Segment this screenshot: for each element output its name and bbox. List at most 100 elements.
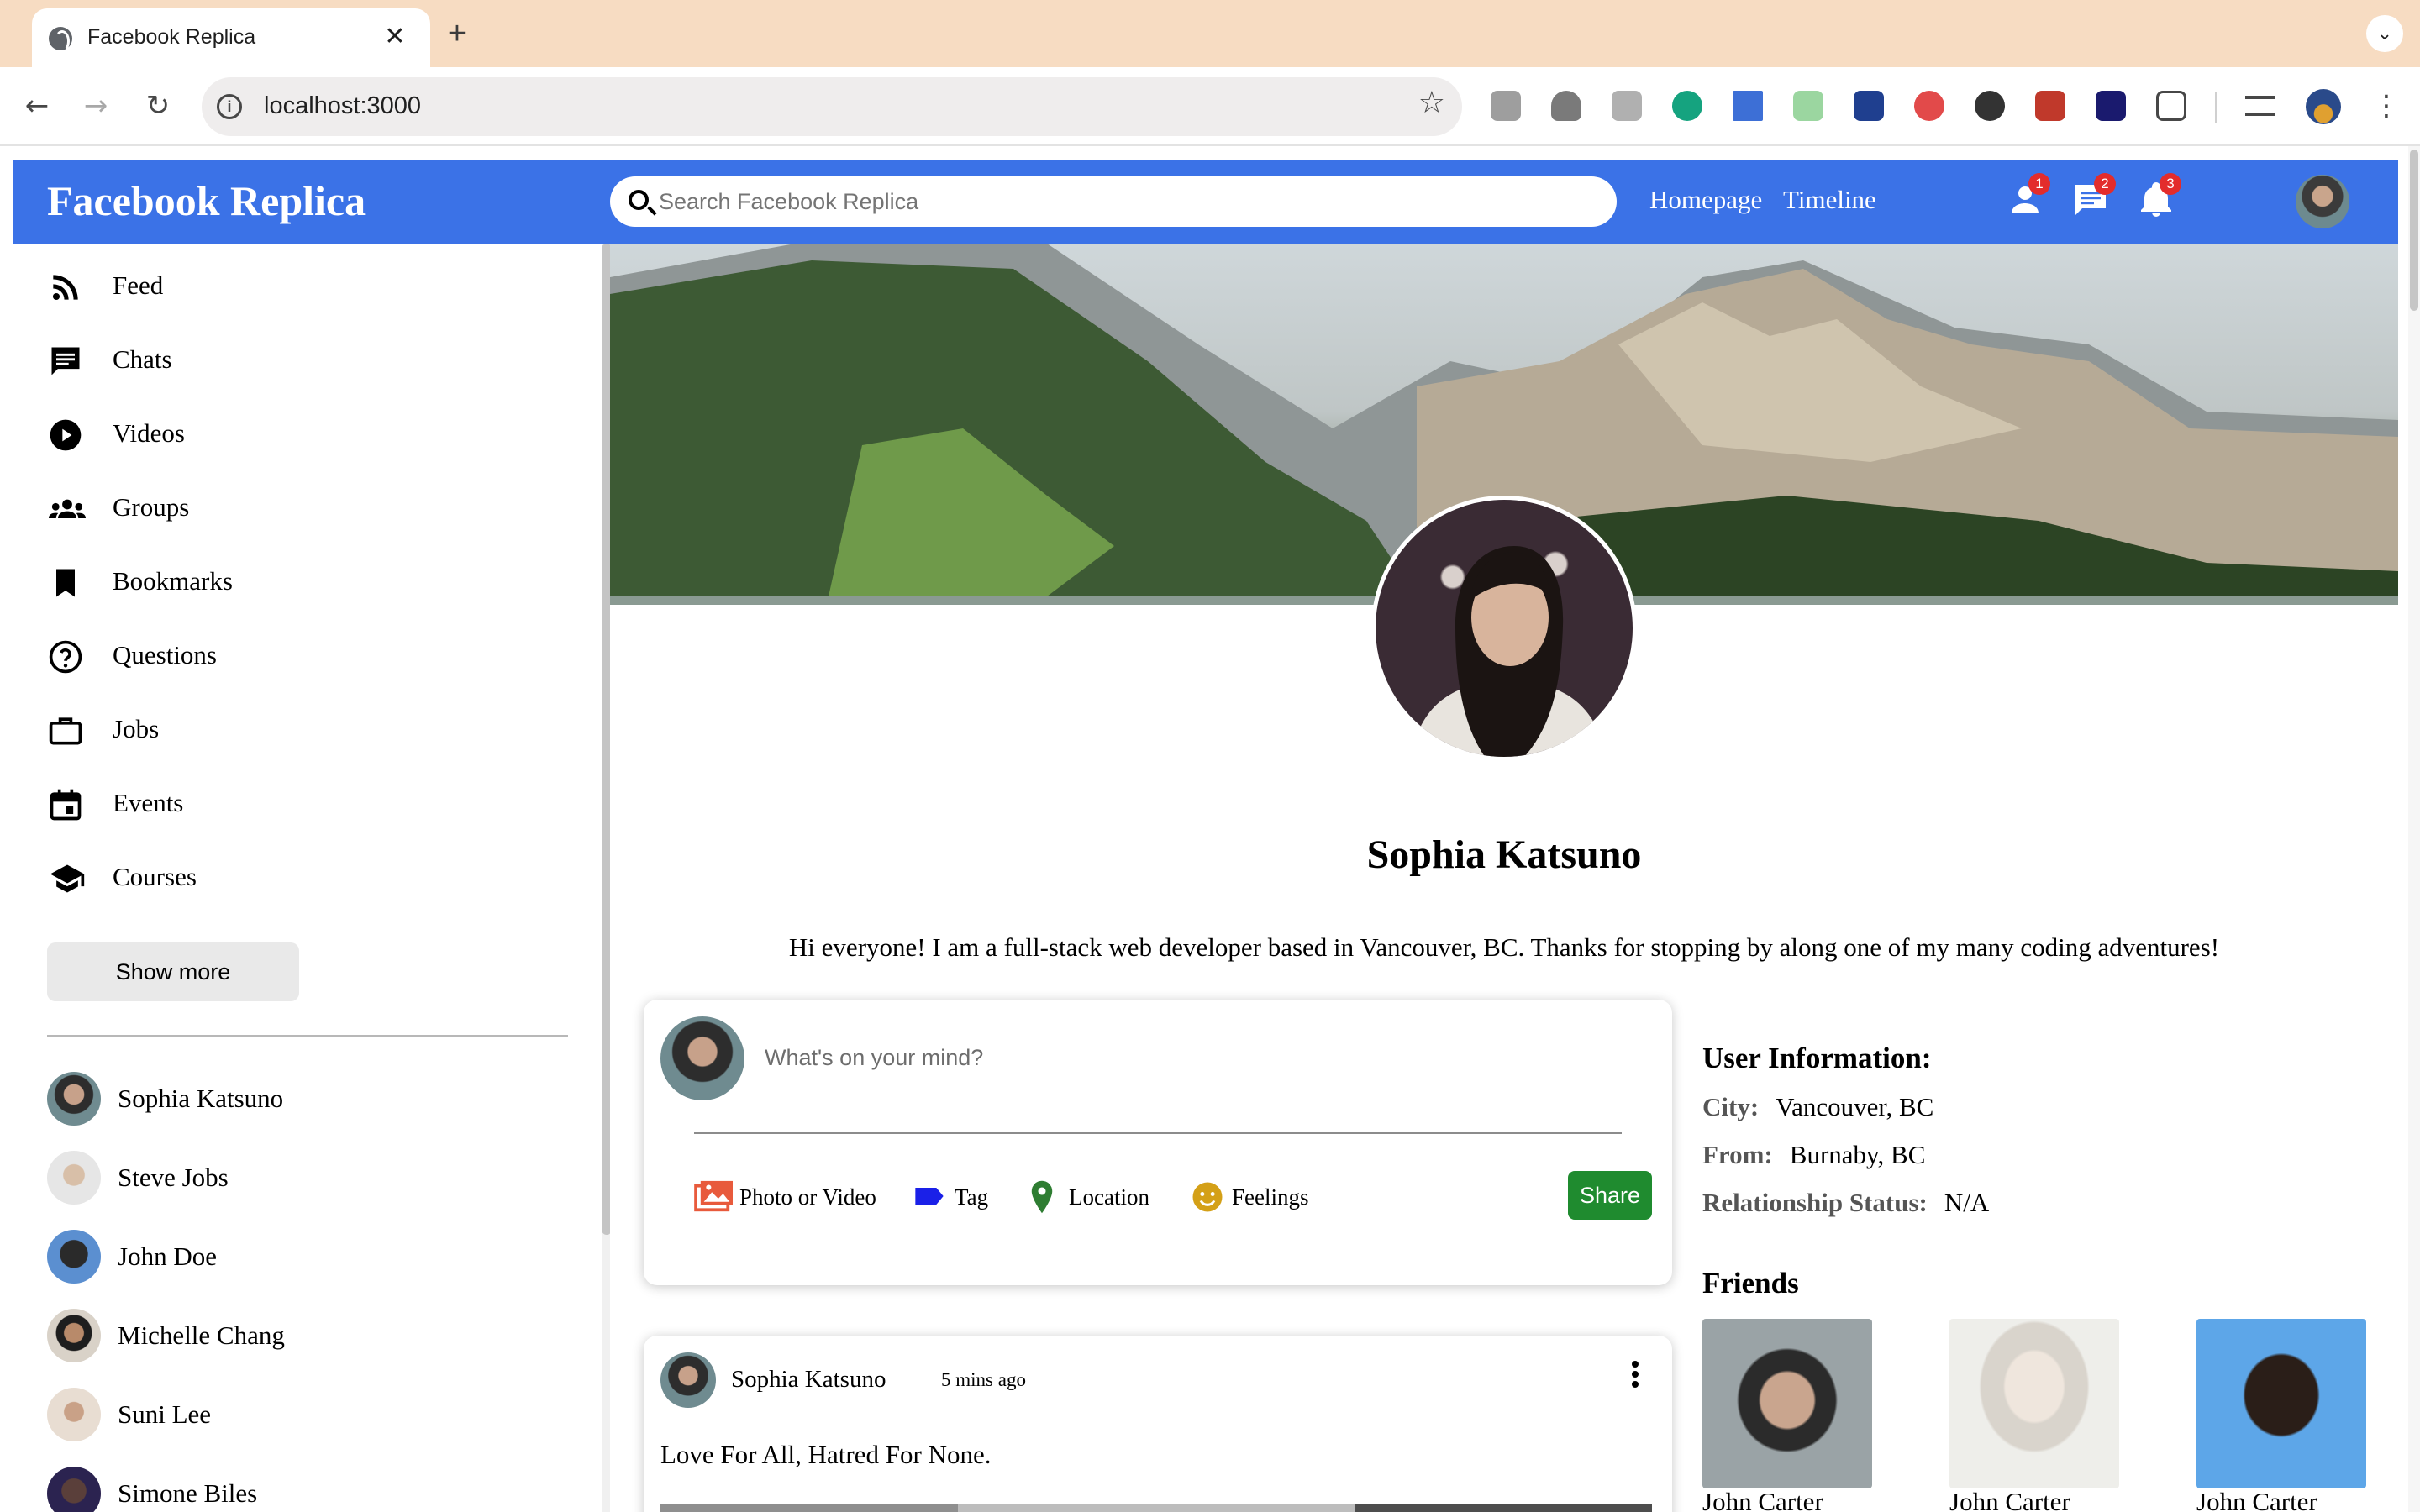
- chat-icon: [51, 347, 80, 375]
- address-bar[interactable]: i localhost:3000 ☆: [202, 77, 1462, 136]
- friend-photo[interactable]: [1702, 1319, 1872, 1488]
- extension-icon[interactable]: [1733, 91, 1763, 121]
- notifications-bell-icon[interactable]: 3: [2136, 173, 2181, 220]
- extensions-icon[interactable]: [2156, 91, 2186, 121]
- chrome-menu-icon[interactable]: ⋮: [2370, 86, 2403, 126]
- friend-tile-name[interactable]: John Carter: [1702, 1487, 1823, 1512]
- groups-icon: [49, 499, 86, 518]
- profile-bio: Hi everyone! I am a full-stack web devel…: [788, 932, 2220, 962]
- info-icon[interactable]: i: [217, 94, 242, 119]
- search-input[interactable]: [659, 185, 1583, 218]
- messages-icon[interactable]: 2: [2070, 173, 2116, 220]
- grammarly-icon[interactable]: [1672, 91, 1702, 121]
- share-option-location[interactable]: Location: [1027, 1176, 1161, 1218]
- sidebar-item-jobs[interactable]: Jobs: [47, 706, 551, 756]
- sidebar-item-courses[interactable]: Courses: [47, 853, 551, 904]
- sidebar-item-videos[interactable]: Videos: [47, 410, 551, 460]
- star-icon[interactable]: ☆: [1418, 86, 1445, 120]
- extension-icon[interactable]: [1793, 91, 1823, 121]
- friend-list-item[interactable]: Sophia Katsuno: [47, 1072, 551, 1127]
- page-scrollbar-track[interactable]: [2408, 146, 2420, 1512]
- new-tab-button[interactable]: +: [437, 15, 477, 52]
- avatar: [660, 1016, 744, 1100]
- friend-tile[interactable]: John Carter: [1949, 1319, 2119, 1512]
- sidebar-item-events[interactable]: Events: [47, 780, 551, 830]
- bookmark-icon: [56, 569, 75, 597]
- profile-picture[interactable]: [1371, 496, 1637, 761]
- extension-icon[interactable]: [1551, 91, 1581, 121]
- extension-icon[interactable]: [1854, 91, 1884, 121]
- calendar-icon: [50, 789, 82, 821]
- extension-icon[interactable]: [1914, 91, 1944, 121]
- share-button[interactable]: Share: [1568, 1171, 1652, 1220]
- share-option-feelings[interactable]: Feelings: [1190, 1176, 1333, 1218]
- emoji-icon: [1192, 1182, 1223, 1212]
- friend-list-item[interactable]: Michelle Chang: [47, 1309, 551, 1364]
- avatar[interactable]: [660, 1352, 716, 1408]
- notification-badge: 2: [2094, 173, 2116, 195]
- friend-list-item[interactable]: Simone Biles: [47, 1467, 551, 1512]
- reload-icon[interactable]: ↻: [138, 86, 178, 126]
- share-option-tag[interactable]: Tag: [913, 1176, 997, 1218]
- extension-icon[interactable]: [1612, 91, 1642, 121]
- app-logo[interactable]: Facebook Replica: [47, 176, 366, 225]
- user-avatar[interactable]: [2296, 175, 2349, 228]
- back-arrow-icon[interactable]: ←: [17, 86, 57, 126]
- friend-list-item[interactable]: Steve Jobs: [47, 1151, 551, 1206]
- search-bar[interactable]: [610, 176, 1617, 227]
- profile-main: Sophia Katsuno Hi everyone! I am a full-…: [610, 244, 2398, 1512]
- sidebar-item-feed[interactable]: Feed: [47, 262, 551, 312]
- friend-requests-icon[interactable]: 1: [2005, 173, 2050, 220]
- sidebar-item-groups[interactable]: Groups: [47, 484, 551, 534]
- friend-photo[interactable]: [2196, 1319, 2366, 1488]
- friend-tile-name[interactable]: John Carter: [2196, 1487, 2317, 1512]
- friend-name: Suni Lee: [118, 1399, 212, 1429]
- timeline-link[interactable]: Timeline: [1783, 185, 1876, 215]
- friend-list-item[interactable]: John Doe: [47, 1230, 551, 1285]
- sidebar: Feed Chats Videos Groups Bookmarks Quest…: [13, 244, 602, 1512]
- friend-tile[interactable]: John Carter: [1702, 1319, 1872, 1512]
- share-option-photo[interactable]: Photo or Video: [694, 1176, 887, 1218]
- sidebar-item-label: Events: [113, 788, 184, 817]
- post-author[interactable]: Sophia Katsuno: [731, 1366, 886, 1394]
- post-image[interactable]: [660, 1504, 1652, 1512]
- notification-badge: 1: [2028, 173, 2050, 195]
- extension-icon[interactable]: [1975, 91, 2005, 121]
- friend-list-item[interactable]: Suni Lee: [47, 1388, 551, 1443]
- avatar: [47, 1309, 101, 1362]
- browser-tab[interactable]: Facebook Replica ✕: [32, 8, 430, 67]
- sidebar-item-label: Chats: [113, 344, 172, 374]
- forward-arrow-icon[interactable]: →: [76, 86, 116, 126]
- extension-icon[interactable]: [2096, 91, 2126, 121]
- sidebar-item-questions[interactable]: Questions: [47, 632, 551, 682]
- tag-icon: [915, 1188, 944, 1205]
- more-options-icon[interactable]: [1625, 1357, 1645, 1398]
- browser-toolbar: ← → ↻ i localhost:3000 ☆ ⋮: [0, 67, 2420, 146]
- friends-title: Friends: [1702, 1267, 1799, 1299]
- page-scrollbar-thumb[interactable]: [2410, 150, 2418, 311]
- friend-tile-name[interactable]: John Carter: [1949, 1487, 2070, 1512]
- media-controls-icon[interactable]: [2245, 96, 2275, 116]
- chevron-down-icon[interactable]: ⌄: [2366, 15, 2403, 52]
- extension-icon[interactable]: [2035, 91, 2065, 121]
- user-info-row: Relationship Status: N/A: [1702, 1188, 1989, 1218]
- sidebar-item-label: Questions: [113, 640, 217, 669]
- url-text[interactable]: localhost:3000: [264, 92, 421, 120]
- share-divider: [694, 1132, 1622, 1134]
- show-more-button[interactable]: Show more: [47, 942, 299, 1001]
- friend-photo[interactable]: [1949, 1319, 2119, 1488]
- graduation-cap-icon: [50, 864, 85, 893]
- sidebar-item-chats[interactable]: Chats: [47, 336, 551, 386]
- sidebar-item-bookmarks[interactable]: Bookmarks: [47, 558, 551, 608]
- close-tab-icon[interactable]: ✕: [378, 20, 412, 54]
- extension-icon[interactable]: [1491, 91, 1521, 121]
- info-value: N/A: [1944, 1188, 1990, 1217]
- friend-tile[interactable]: John Carter: [2196, 1319, 2366, 1512]
- browser-profile-avatar[interactable]: [2306, 89, 2341, 124]
- status-input[interactable]: [765, 1038, 1639, 1077]
- app-header: Facebook Replica Homepage Timeline 1 2 3: [13, 160, 2398, 244]
- friend-name: Sophia Katsuno: [118, 1084, 284, 1113]
- homepage-link[interactable]: Homepage: [1649, 185, 1762, 215]
- avatar: [47, 1072, 101, 1126]
- play-circle-icon: [50, 419, 82, 451]
